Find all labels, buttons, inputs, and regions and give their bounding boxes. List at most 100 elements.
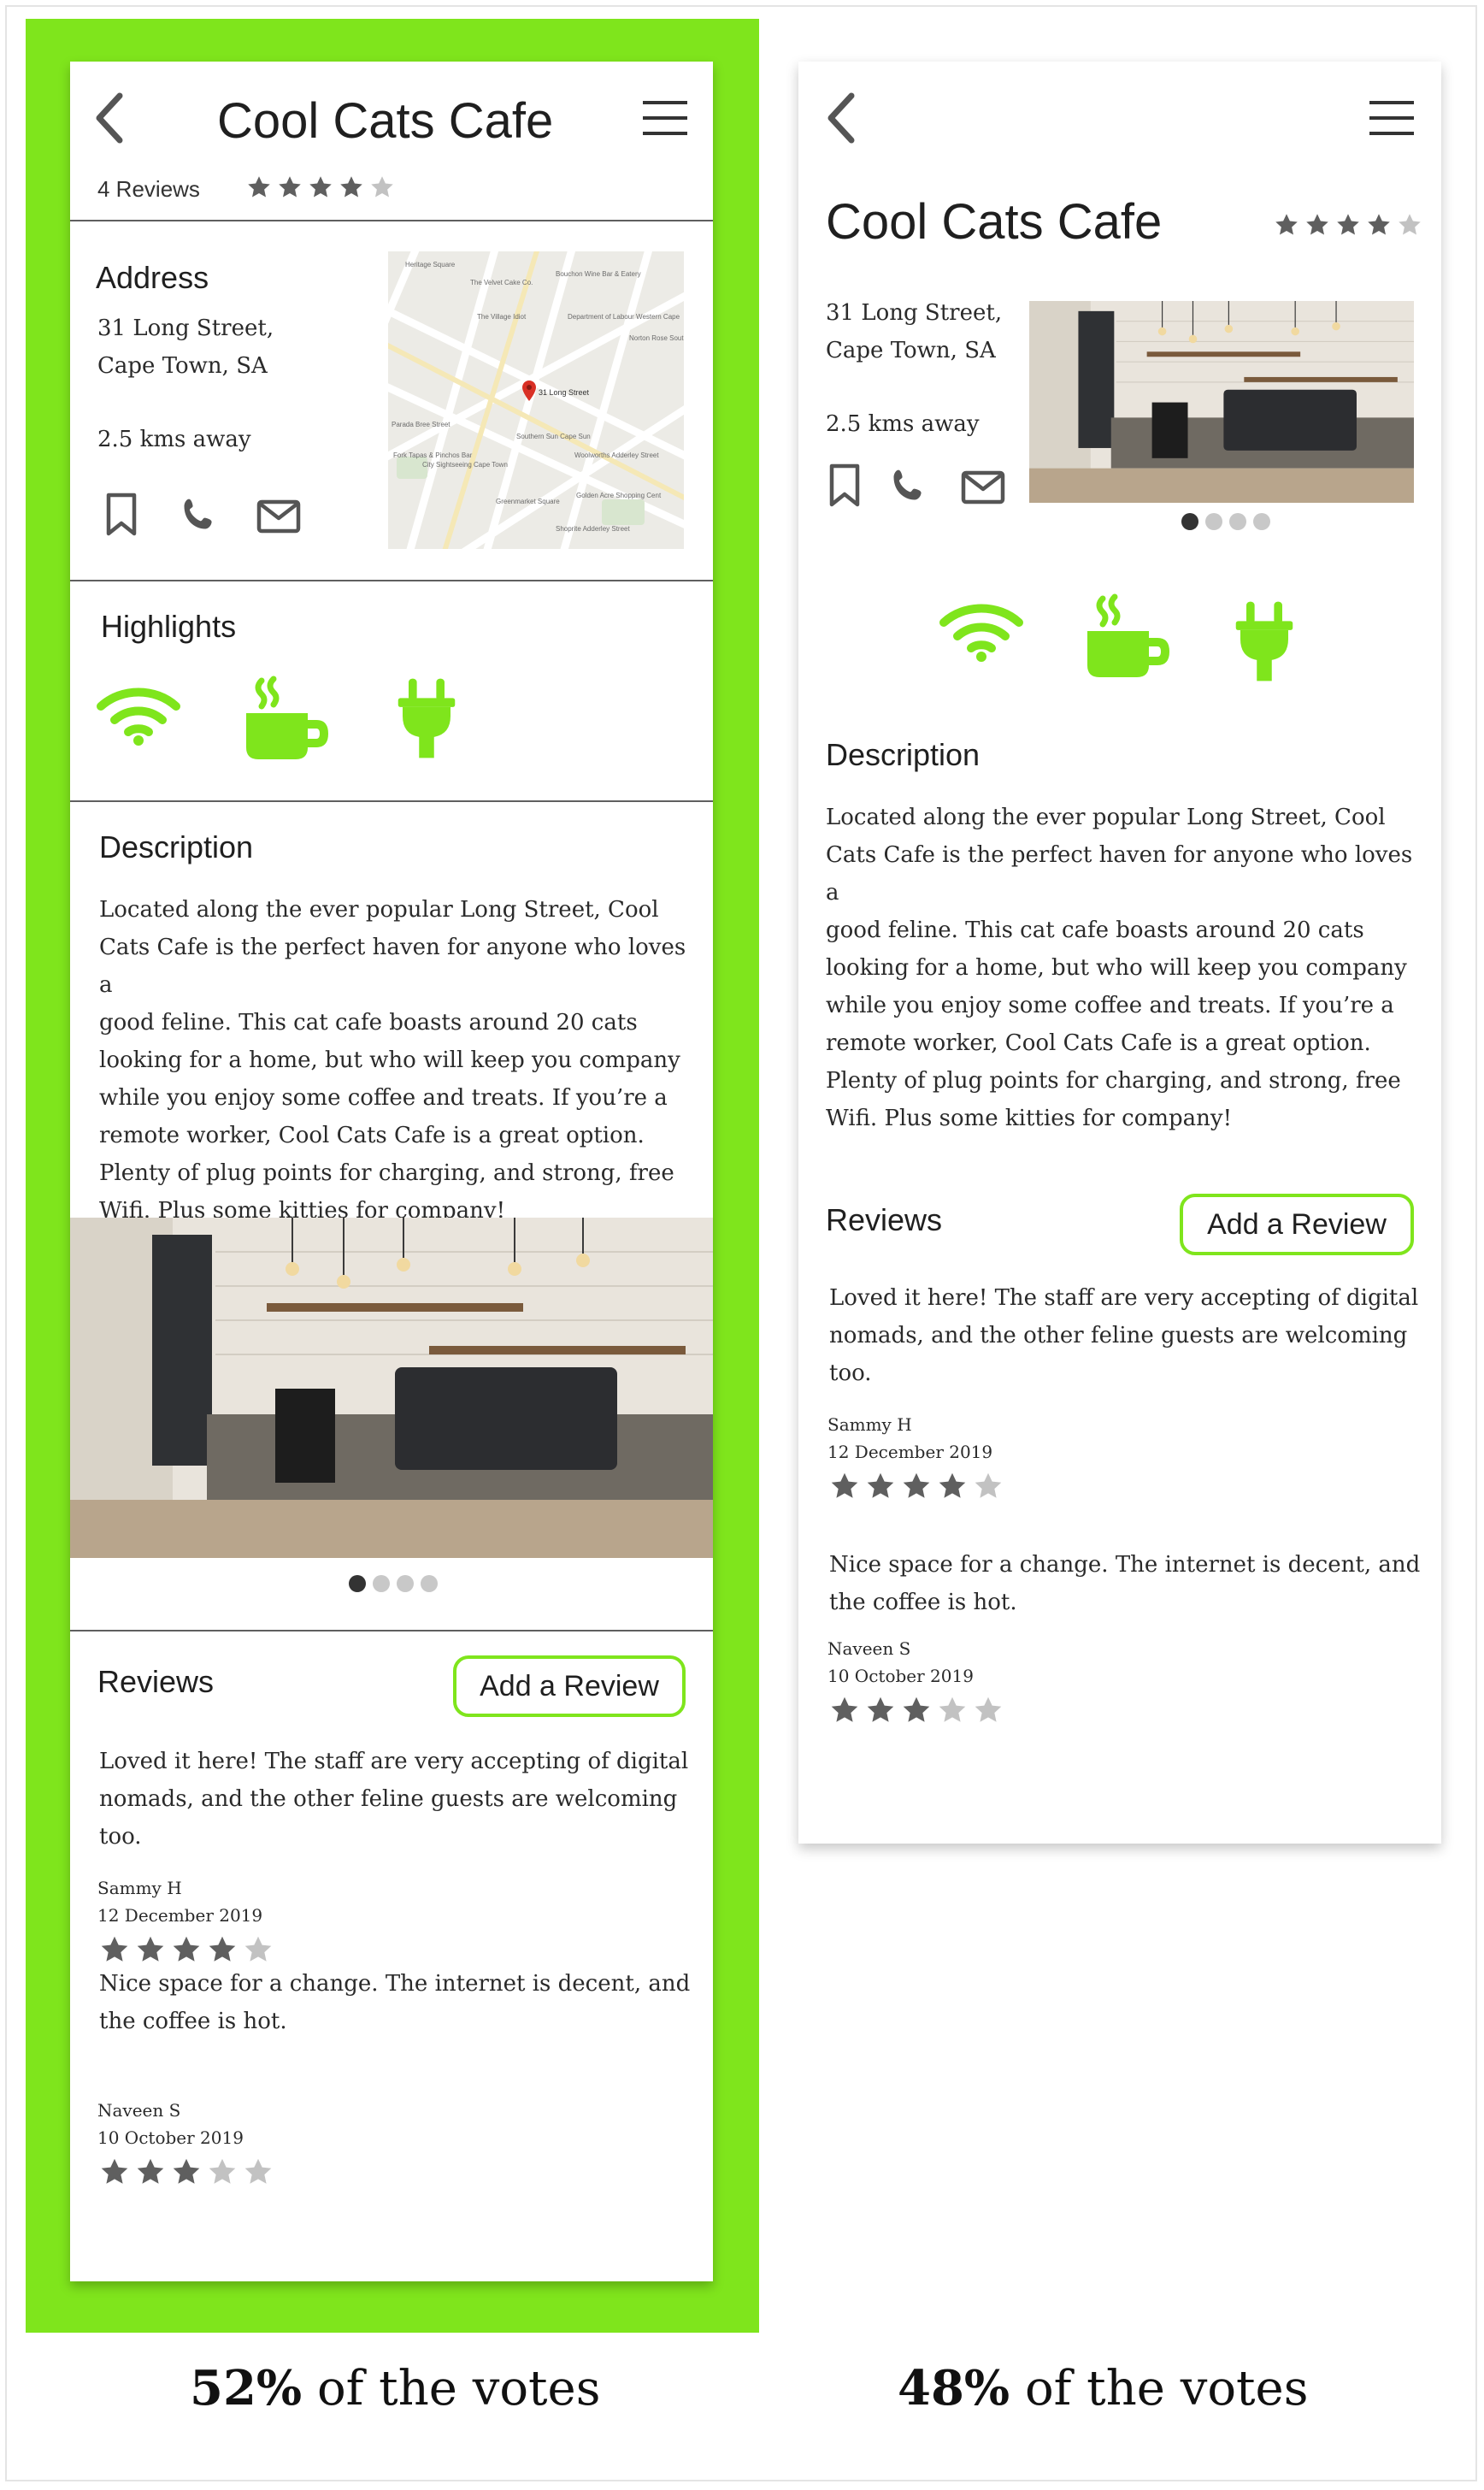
page-title: Cool Cats Cafe <box>217 93 554 149</box>
text-line: good feline. This cat cafe boasts around… <box>99 1010 638 1036</box>
review-date: 12 December 2019 <box>97 1905 263 1926</box>
review-count: 4 Reviews <box>97 176 200 202</box>
carousel-dots[interactable] <box>1181 513 1270 530</box>
page-title: Cool Cats Cafe <box>826 194 1163 250</box>
review-text: Nice space for a change. The internet is… <box>99 1965 698 2040</box>
divider <box>70 220 713 221</box>
star-filled-icon <box>1366 212 1392 238</box>
text-line: good feline. This cat cafe boasts around… <box>826 918 1364 943</box>
divider <box>70 1630 713 1631</box>
review-text: Loved it here! The staff are very accept… <box>99 1743 698 1856</box>
star-empty-icon <box>369 174 395 200</box>
phone-icon[interactable] <box>889 467 927 504</box>
vote-percent: 48% <box>898 2360 1010 2416</box>
mail-icon[interactable] <box>961 470 1005 504</box>
description-text: Located along the ever popular Long Stre… <box>826 799 1424 1137</box>
carousel-dot[interactable] <box>421 1575 438 1592</box>
review-author: Naveen S <box>97 2100 181 2121</box>
carousel-dots[interactable] <box>349 1575 438 1592</box>
carousel-dot[interactable] <box>373 1575 390 1592</box>
star-filled-icon <box>135 1934 166 1965</box>
cafe-photo[interactable] <box>70 1218 713 1558</box>
star-filled-icon <box>829 1695 860 1726</box>
text-line: looking for a home, but who will keep yo… <box>99 1047 680 1073</box>
star-filled-icon <box>135 2157 166 2187</box>
wifi-icon <box>96 684 181 746</box>
text-line: nomads, and the other feline guests are … <box>99 1786 678 1812</box>
hamburger-menu-icon[interactable] <box>1369 99 1414 137</box>
mail-icon[interactable] <box>256 499 301 534</box>
star-filled-icon <box>901 1471 932 1502</box>
rating-stars <box>246 174 395 200</box>
map-label: The Village Idiot <box>477 313 527 321</box>
map-label: Norton Rose South Af <box>629 334 684 343</box>
add-review-button[interactable]: Add a Review <box>1180 1194 1414 1255</box>
map-label: City Sightseeing Cape Town <box>422 460 508 469</box>
text-line: while you enjoy some coffee and treats. … <box>826 993 1394 1018</box>
star-filled-icon <box>865 1695 896 1726</box>
text-line: Plenty of plug points for charging, and … <box>99 1160 674 1186</box>
review-stars <box>829 1471 1004 1502</box>
carousel-dot[interactable] <box>349 1575 366 1592</box>
reviews-heading: Reviews <box>826 1202 943 1237</box>
star-filled-icon <box>277 174 303 200</box>
text-line: Nice space for a change. The internet is… <box>99 1971 691 1997</box>
divider <box>70 580 713 581</box>
distance-text: 2.5 kms away <box>97 427 251 452</box>
vote-suffix: of the votes <box>1010 2361 1309 2416</box>
phone-icon[interactable] <box>180 496 217 534</box>
review-author: Sammy H <box>97 1878 182 1898</box>
description-heading: Description <box>826 737 980 772</box>
review-text: Loved it here! The staff are very accept… <box>829 1279 1428 1392</box>
carousel-dot[interactable] <box>1229 513 1246 530</box>
carousel-dot[interactable] <box>397 1575 414 1592</box>
description-text: Located along the ever popular Long Stre… <box>99 891 698 1230</box>
carousel-dot[interactable] <box>1181 513 1198 530</box>
star-filled-icon <box>901 1695 932 1726</box>
carousel-dot[interactable] <box>1253 513 1270 530</box>
distance-text: 2.5 kms away <box>826 411 980 437</box>
star-filled-icon <box>339 174 364 200</box>
carousel-dot[interactable] <box>1205 513 1222 530</box>
star-empty-icon <box>243 1934 274 1965</box>
bookmark-icon[interactable] <box>104 493 138 537</box>
coffee-cup-icon <box>1084 593 1173 679</box>
map-pin-icon <box>521 380 537 402</box>
back-arrow-icon[interactable] <box>824 92 858 144</box>
variant-a-votes: 52% of the votes <box>190 2360 600 2416</box>
hamburger-menu-icon[interactable] <box>643 99 687 137</box>
vote-suffix: of the votes <box>302 2361 601 2416</box>
review-author: Naveen S <box>827 1638 911 1659</box>
variant-b-screen: Cool Cats Cafe 31 Long Street, Cape Town… <box>798 62 1441 1844</box>
back-arrow-icon[interactable] <box>92 92 127 144</box>
add-review-button[interactable]: Add a Review <box>453 1655 686 1717</box>
location-map[interactable]: 31 Long Street Heritage Square The Velvet… <box>388 251 684 549</box>
star-filled-icon <box>171 1934 202 1965</box>
variant-b-votes: 48% of the votes <box>898 2360 1308 2416</box>
map-label: The Velvet Cake Co. <box>470 279 533 287</box>
review-author: Sammy H <box>827 1414 912 1435</box>
star-filled-icon <box>1335 212 1361 238</box>
map-label: Greenmarket Square <box>496 498 560 505</box>
review-stars <box>829 1695 1004 1726</box>
map-label: Parada Bree Street <box>392 421 450 428</box>
text-line: remote worker, Cool Cats Cafe is a great… <box>99 1123 645 1148</box>
review-stars <box>99 1934 274 1965</box>
map-label: Woolworths Adderley Street <box>574 451 659 459</box>
text-line: Cats Cafe is the perfect haven for anyon… <box>826 842 1413 906</box>
star-empty-icon <box>937 1695 968 1726</box>
map-label: Golden Acre Shopping Cent <box>576 491 662 499</box>
text-line: the coffee is hot. <box>829 1590 1017 1615</box>
map-label: Bouchon Wine Bar & Eatery <box>556 269 641 278</box>
text-line: Plenty of plug points for charging, and … <box>826 1068 1401 1094</box>
star-filled-icon <box>1274 212 1299 238</box>
bookmark-icon[interactable] <box>827 463 862 508</box>
divider <box>70 800 713 802</box>
star-filled-icon <box>1304 212 1330 238</box>
rating-stars <box>1274 212 1422 238</box>
text-line: the coffee is hot. <box>99 2009 287 2034</box>
star-empty-icon <box>207 2157 238 2187</box>
cafe-photo[interactable] <box>1029 301 1414 503</box>
text-line: while you enjoy some coffee and treats. … <box>99 1085 668 1111</box>
text-line: too. <box>99 1824 142 1850</box>
